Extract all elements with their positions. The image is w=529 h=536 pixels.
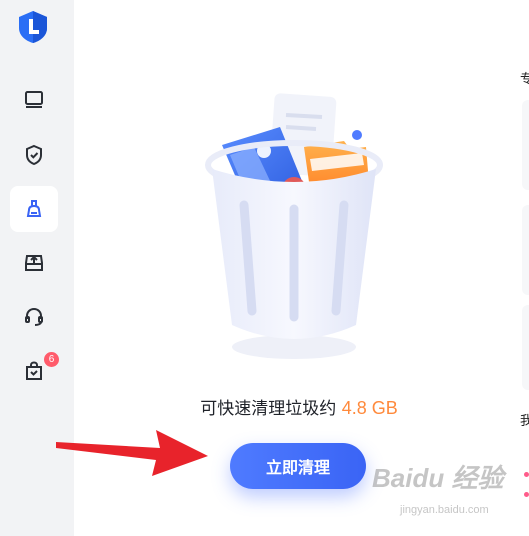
junk-summary: 可快速清理垃圾约 4.8 GB (74, 394, 524, 419)
right-card-2[interactable] (522, 205, 529, 295)
sidebar-item-store[interactable]: 6 (10, 348, 59, 394)
notification-badge: 6 (44, 352, 59, 367)
headset-icon (25, 307, 43, 326)
watermark-subtitle: jingyan.baidu.com (400, 504, 489, 516)
list-bullet (524, 492, 529, 497)
right-panel-heading-2: 我 (520, 414, 529, 429)
junk-size-value: 4.8 GB (341, 398, 398, 418)
red-arrow-annotation (56, 430, 208, 476)
right-card-3[interactable] (522, 305, 529, 390)
sidebar-item-support[interactable] (10, 294, 58, 340)
sidebar-item-security[interactable] (10, 132, 58, 178)
sidebar-item-clean[interactable] (10, 186, 58, 232)
watermark: Baidu 经验 jingyan.baidu.com (372, 450, 522, 530)
broom-icon (26, 200, 42, 217)
right-panel-heading: 专 (520, 72, 529, 87)
sidebar-item-monitor[interactable] (10, 77, 58, 123)
sidebar-item-backup[interactable] (10, 240, 58, 286)
upload-drive-icon (25, 255, 43, 271)
watermark-title: Baidu 经验 (372, 463, 504, 493)
right-card-1[interactable] (522, 100, 529, 190)
trash-bin-illustration (205, 93, 383, 359)
monitor-icon (25, 91, 43, 108)
clean-now-button[interactable]: 立即清理 (230, 443, 366, 489)
shield-icon (26, 144, 42, 166)
summary-text: 可快速清理垃圾约 (200, 399, 337, 419)
list-bullet (524, 472, 529, 477)
app-logo-icon (19, 11, 47, 43)
gift-bag-icon (26, 361, 42, 380)
